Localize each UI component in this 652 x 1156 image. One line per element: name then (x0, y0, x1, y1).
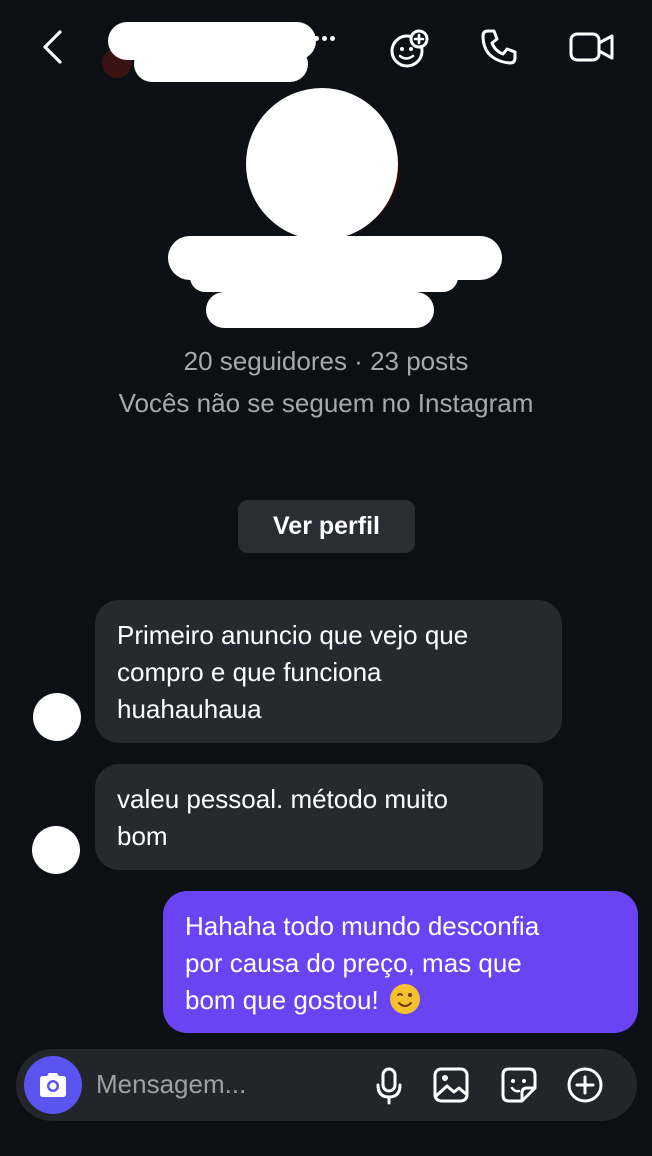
message-bubble-outgoing[interactable]: Hahaha todo mundo desconfia por causa do… (163, 891, 638, 1033)
more-button[interactable] (564, 1064, 606, 1106)
add-effect-button[interactable] (384, 24, 434, 74)
profile-stats: 20 seguidores · 23 posts (183, 346, 469, 376)
message-line: por causa do preço, mas que (185, 948, 522, 978)
winking-face-icon (389, 984, 420, 1014)
more-dots (314, 36, 335, 42)
sticker-button[interactable] (498, 1064, 540, 1106)
voice-button[interactable] (368, 1065, 410, 1107)
sender-avatar[interactable] (32, 826, 80, 874)
camera-button[interactable] (24, 1056, 82, 1114)
message-line: Primeiro anuncio que vejo que (117, 620, 469, 650)
header-user[interactable] (100, 18, 340, 88)
profile-avatar[interactable] (246, 88, 406, 240)
sticker-icon (501, 1067, 537, 1103)
message-bubble[interactable]: Primeiro anuncio que vejo que compro e q… (95, 600, 562, 743)
message-line: valeu pessoal. método muito (117, 784, 448, 814)
profile-avatar-redaction (246, 88, 398, 240)
video-icon (569, 32, 614, 62)
message-line: huahauhaua (117, 694, 262, 724)
microphone-icon (376, 1067, 402, 1105)
message-line: compro e que funciona (117, 657, 382, 687)
gallery-button[interactable] (430, 1064, 472, 1106)
plus-icon (567, 1067, 603, 1103)
message-input[interactable]: Mensagem... (96, 1069, 246, 1100)
follow-relation-text: Vocês não se seguem no Instagram (118, 388, 534, 418)
phone-icon (481, 29, 517, 65)
profile-name-redaction (190, 262, 458, 292)
call-button[interactable] (476, 24, 522, 70)
message-line: bom que gostou! (185, 985, 379, 1015)
video-call-button[interactable] (566, 24, 618, 70)
camera-icon (40, 1073, 66, 1097)
message-composer[interactable]: Mensagem... (16, 1049, 637, 1121)
message-line: Hahaha todo mundo desconfia (185, 911, 540, 941)
chevron-left-icon (43, 30, 62, 64)
sender-avatar[interactable] (33, 693, 81, 741)
message-bubble[interactable]: valeu pessoal. método muito bom (95, 764, 543, 870)
add-effect-icon (390, 29, 429, 68)
username-redaction (134, 46, 308, 82)
image-icon (433, 1067, 469, 1103)
message-line: bom (117, 821, 168, 851)
back-button[interactable] (30, 24, 76, 70)
view-profile-button[interactable]: Ver perfil (238, 500, 415, 553)
profile-username-redaction (206, 292, 434, 328)
